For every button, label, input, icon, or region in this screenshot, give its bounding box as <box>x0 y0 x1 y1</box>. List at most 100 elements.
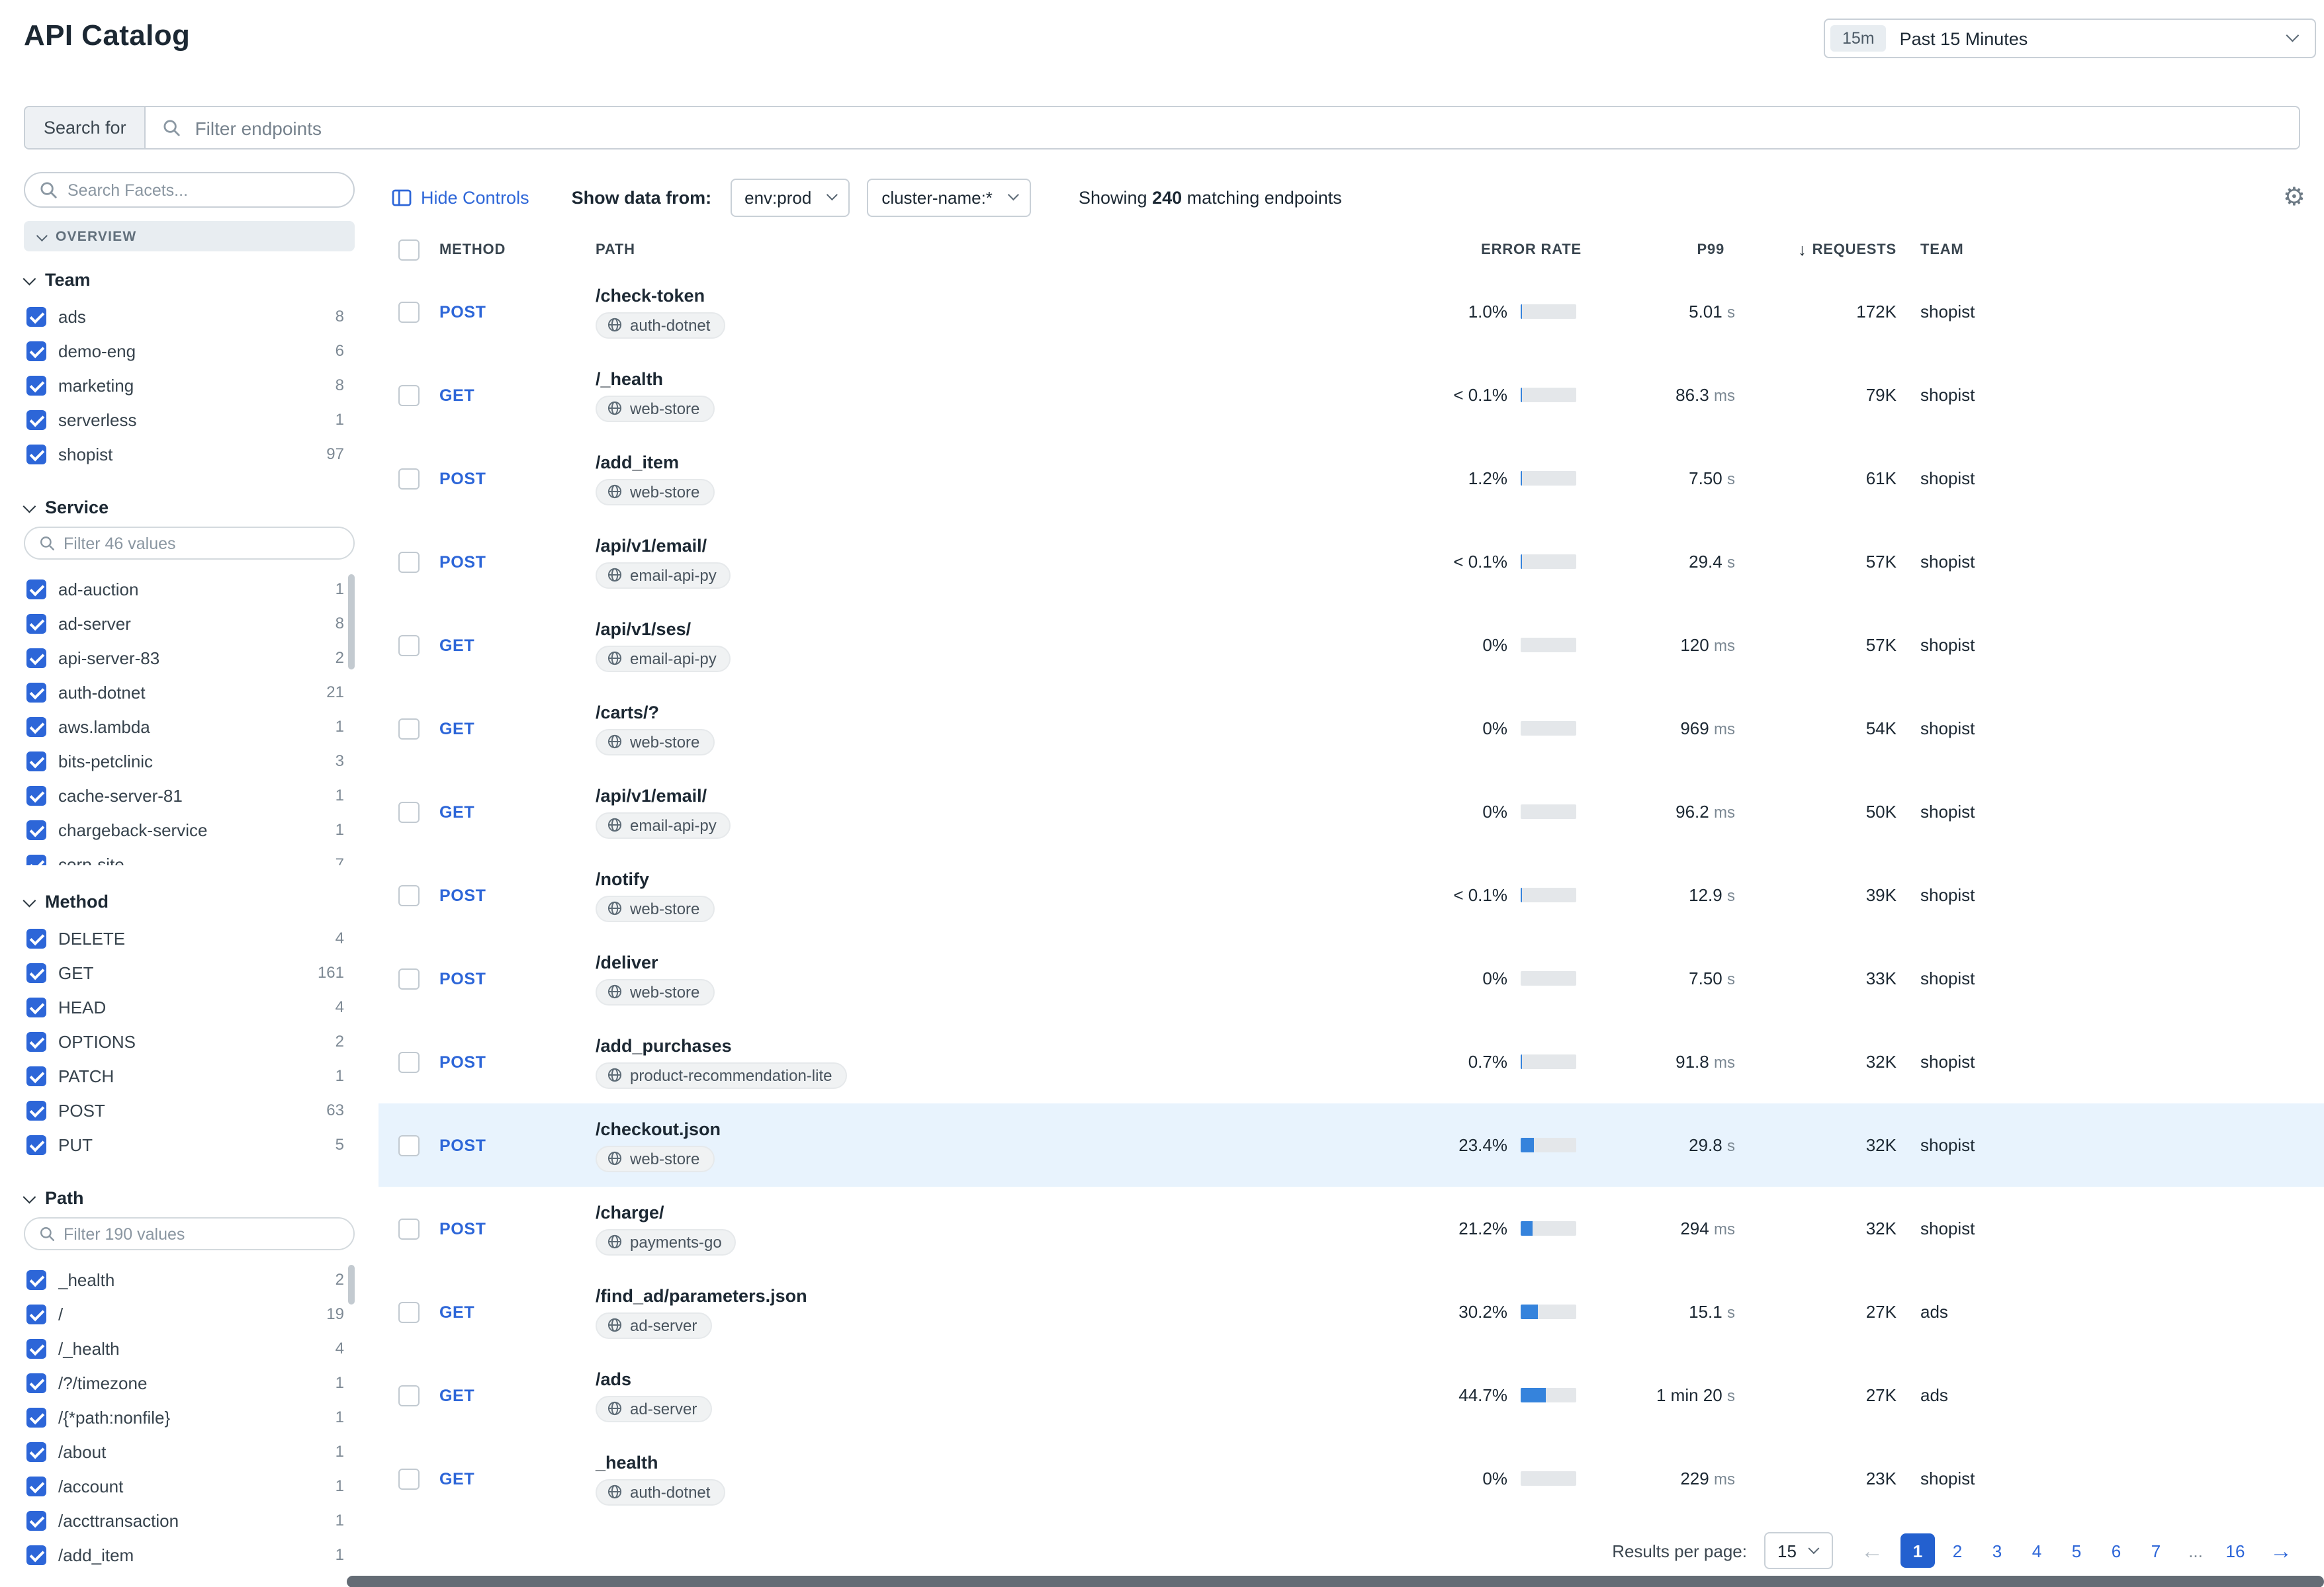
facet-item-delete[interactable]: DELETE4 <box>24 921 355 955</box>
row-checkbox[interactable] <box>398 551 420 572</box>
endpoint-row[interactable]: GET/_healthweb-store< 0.1%86.3 ms79Kshop… <box>379 353 2324 437</box>
endpoint-path-link[interactable]: /notify <box>596 869 649 888</box>
checkbox-checked-icon[interactable] <box>26 963 46 982</box>
facet-item-root[interactable]: /19 <box>24 1297 355 1331</box>
facet-item-accttransaction[interactable]: /accttransaction1 <box>24 1503 355 1537</box>
checkbox-checked-icon[interactable] <box>26 1476 46 1496</box>
checkbox-checked-icon[interactable] <box>26 1135 46 1154</box>
facet-item-cache-server-81[interactable]: cache-server-811 <box>24 778 355 812</box>
facet-item-health[interactable]: /_health4 <box>24 1331 355 1365</box>
facet-item-bits-petclinic[interactable]: bits-petclinic3 <box>24 744 355 778</box>
facet-item-path-nonfile[interactable]: /{*path:nonfile}1 <box>24 1400 355 1434</box>
endpoint-row[interactable]: POST/add_purchasesproduct-recommendation… <box>379 1020 2324 1103</box>
endpoint-path-link[interactable]: /deliver <box>596 952 658 972</box>
checkbox-checked-icon[interactable] <box>26 1441 46 1461</box>
row-checkbox[interactable] <box>398 468 420 489</box>
endpoint-path-link[interactable]: _health <box>596 1452 658 1472</box>
facet-item-options[interactable]: OPTIONS2 <box>24 1024 355 1058</box>
checkbox-checked-icon[interactable] <box>26 1407 46 1427</box>
hide-controls-button[interactable]: Hide Controls <box>392 187 529 207</box>
facet-item-api-server-83[interactable]: api-server-832 <box>24 640 355 675</box>
service-pill[interactable]: product-recommendation-lite <box>596 1062 847 1088</box>
column-header-method[interactable]: METHOD <box>439 242 596 258</box>
service-pill[interactable]: email-api-py <box>596 645 731 671</box>
row-checkbox[interactable] <box>398 1135 420 1156</box>
endpoint-row[interactable]: POST/checkout.jsonweb-store23.4%29.8 s32… <box>379 1103 2324 1187</box>
row-checkbox[interactable] <box>398 968 420 989</box>
checkbox-checked-icon[interactable] <box>26 854 46 865</box>
endpoint-path-link[interactable]: /ads <box>596 1369 631 1389</box>
facet-search-input[interactable] <box>67 181 340 199</box>
facet-item-get[interactable]: GET161 <box>24 955 355 990</box>
column-header-requests[interactable]: ↓REQUESTS <box>1735 241 1907 259</box>
page-button-1[interactable]: 1 <box>1900 1533 1935 1568</box>
service-pill[interactable]: auth-dotnet <box>596 1479 725 1505</box>
endpoint-row[interactable]: GET/carts/?web-store0%969 ms54Kshopist <box>379 687 2324 770</box>
facet-item-demo-eng[interactable]: demo-eng6 <box>24 333 355 368</box>
endpoint-row[interactable]: POST/deliverweb-store0%7.50 s33Kshopist <box>379 937 2324 1020</box>
horizontal-scrollbar[interactable] <box>347 1575 2324 1587</box>
checkbox-checked-icon[interactable] <box>26 409 46 429</box>
row-checkbox[interactable] <box>398 301 420 322</box>
row-checkbox[interactable] <box>398 1051 420 1072</box>
checkbox-checked-icon[interactable] <box>26 1031 46 1051</box>
facet-group-toggle[interactable]: Service <box>24 497 355 517</box>
column-header-error-rate[interactable]: ERROR RATE <box>1353 242 1592 258</box>
row-checkbox[interactable] <box>398 718 420 739</box>
service-pill[interactable]: auth-dotnet <box>596 312 725 338</box>
results-per-page-select[interactable]: 15 <box>1764 1532 1833 1569</box>
service-pill[interactable]: payments-go <box>596 1228 737 1255</box>
checkbox-checked-icon[interactable] <box>26 928 46 948</box>
row-checkbox[interactable] <box>398 634 420 656</box>
facet-item-shopist[interactable]: shopist97 <box>24 437 355 471</box>
endpoint-path-link[interactable]: /check-token <box>596 285 705 305</box>
endpoint-path-link[interactable]: /add_item <box>596 452 679 472</box>
checkbox-checked-icon[interactable] <box>26 751 46 771</box>
endpoint-row[interactable]: POST/charge/payments-go21.2%294 ms32Ksho… <box>379 1187 2324 1270</box>
row-checkbox[interactable] <box>398 1385 420 1406</box>
checkbox-checked-icon[interactable] <box>26 1338 46 1358</box>
row-checkbox[interactable] <box>398 1468 420 1489</box>
column-header-path[interactable]: PATH <box>596 242 1353 258</box>
endpoint-row[interactable]: POST/check-tokenauth-dotnet1.0%5.01 s172… <box>379 270 2324 353</box>
checkbox-checked-icon[interactable] <box>26 1510 46 1530</box>
checkbox-checked-icon[interactable] <box>26 1545 46 1565</box>
facet-filter-input[interactable] <box>64 534 340 552</box>
page-button-4[interactable]: 4 <box>2020 1533 2054 1568</box>
checkbox-checked-icon[interactable] <box>26 1100 46 1120</box>
page-button-2[interactable]: 2 <box>1940 1533 1975 1568</box>
page-button-7[interactable]: 7 <box>2139 1533 2173 1568</box>
checkbox-checked-icon[interactable] <box>26 648 46 667</box>
facet-item-add-item[interactable]: /add_item1 <box>24 1537 355 1572</box>
endpoint-row[interactable]: GET/api/v1/email/email-api-py0%96.2 ms50… <box>379 770 2324 853</box>
previous-page-arrow[interactable]: ← <box>1861 1539 1883 1562</box>
row-checkbox[interactable] <box>398 884 420 906</box>
endpoint-row[interactable]: GET/api/v1/ses/email-api-py0%120 ms57Ksh… <box>379 603 2324 687</box>
service-pill[interactable]: web-store <box>596 978 714 1005</box>
checkbox-checked-icon[interactable] <box>26 613 46 633</box>
checkbox-checked-icon[interactable] <box>26 716 46 736</box>
endpoint-row[interactable]: POST/add_itemweb-store1.2%7.50 s61Kshopi… <box>379 437 2324 520</box>
page-button-16[interactable]: 16 <box>2218 1533 2253 1568</box>
select-all-checkbox[interactable] <box>398 239 420 261</box>
checkbox-checked-icon[interactable] <box>26 579 46 599</box>
checkbox-checked-icon[interactable] <box>26 1373 46 1393</box>
facet-item-post[interactable]: POST63 <box>24 1093 355 1127</box>
page-button-5[interactable]: 5 <box>2059 1533 2094 1568</box>
endpoint-row[interactable]: GET/find_ad/parameters.jsonad-server30.2… <box>379 1270 2324 1353</box>
facet-item-head[interactable]: HEAD4 <box>24 990 355 1024</box>
checkbox-checked-icon[interactable] <box>26 820 46 839</box>
gear-icon[interactable]: ⚙ <box>2283 185 2305 210</box>
facet-item-corp-site[interactable]: corp-site7 <box>24 847 355 865</box>
endpoint-path-link[interactable]: /api/v1/email/ <box>596 785 707 805</box>
service-pill[interactable]: web-store <box>596 478 714 505</box>
facet-item-aws-lambda[interactable]: aws.lambda1 <box>24 709 355 744</box>
facet-item-chargeback-service[interactable]: chargeback-service1 <box>24 812 355 847</box>
row-checkbox[interactable] <box>398 1301 420 1322</box>
row-checkbox[interactable] <box>398 1218 420 1239</box>
service-pill[interactable]: web-store <box>596 395 714 421</box>
checkbox-checked-icon[interactable] <box>26 341 46 361</box>
checkbox-checked-icon[interactable] <box>26 1269 46 1289</box>
service-pill[interactable]: web-store <box>596 895 714 922</box>
facet-item-marketing[interactable]: marketing8 <box>24 368 355 402</box>
